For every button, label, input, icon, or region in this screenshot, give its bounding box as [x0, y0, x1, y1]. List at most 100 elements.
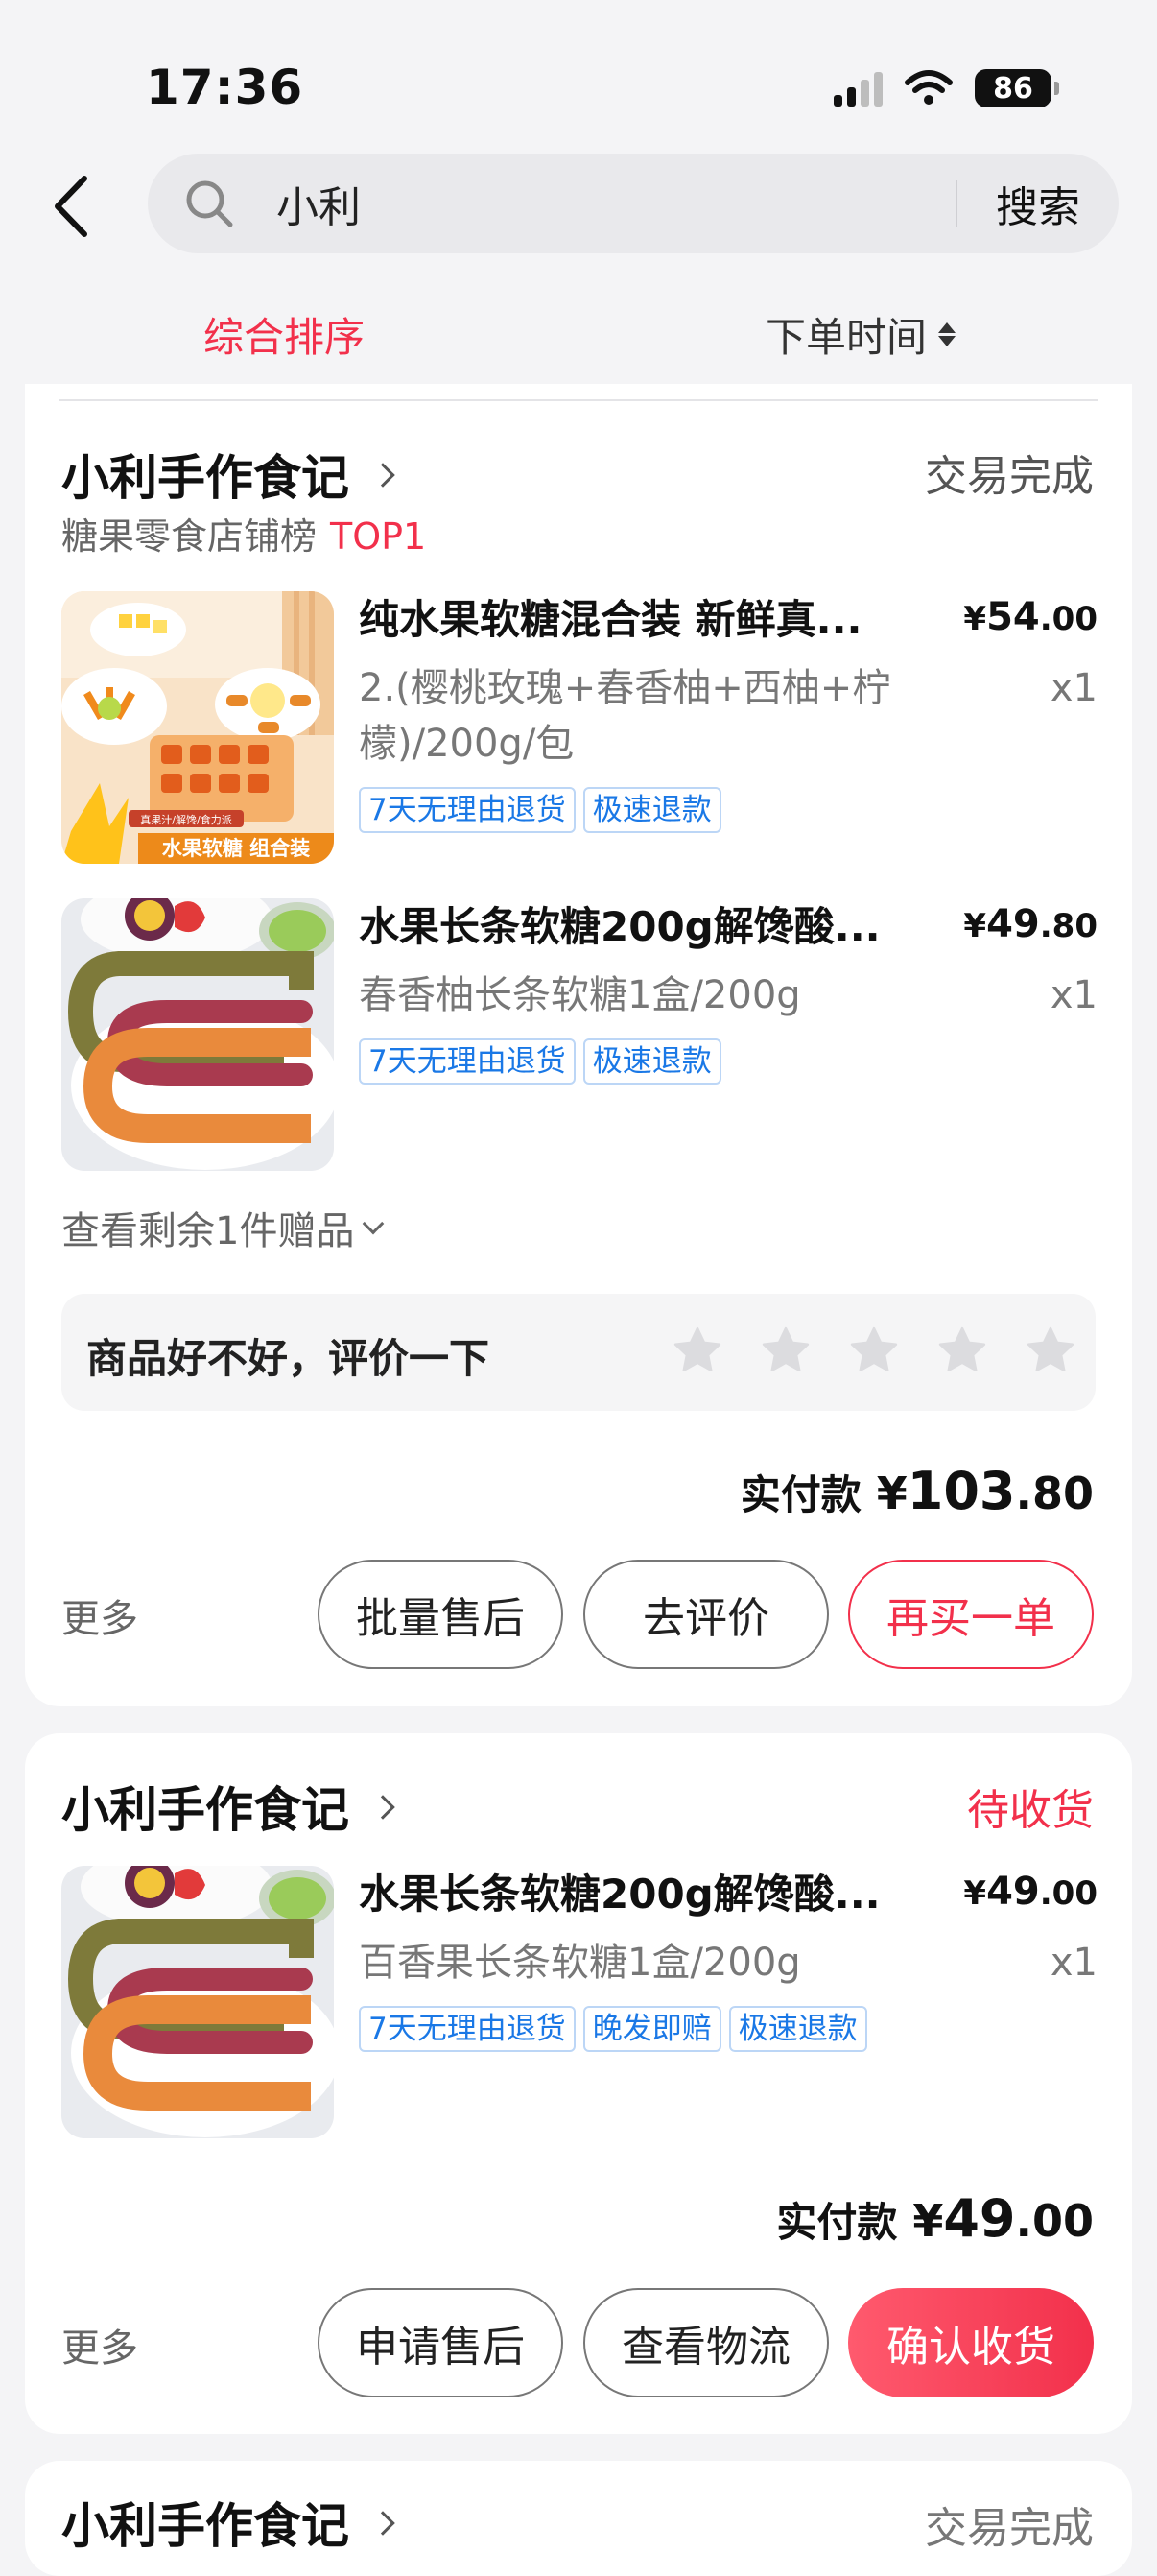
rating-prompt: 商品好不好，评价一下: [86, 1335, 490, 1382]
paid-int: 49: [943, 2188, 1016, 2249]
product-image: [61, 1866, 334, 2138]
shop-name[interactable]: 小利手作食记: [61, 440, 395, 509]
sort-tabs: 综合排序 下单时间: [0, 305, 1157, 372]
tag-fast-refund: 极速退款: [582, 1038, 721, 1085]
search-button[interactable]: 搜索: [996, 173, 1080, 234]
star-icon[interactable]: [758, 1323, 814, 1378]
search-divider: [956, 180, 957, 227]
price-decimal: .00: [1039, 1874, 1098, 1913]
price-int: 54: [986, 595, 1040, 639]
shop-name-label: 小利手作食记: [61, 1782, 349, 1838]
tab-order-time[interactable]: 下单时间: [766, 305, 956, 364]
wifi-icon: [905, 70, 953, 105]
view-gifts-toggle[interactable]: 查看剩余1件赠品: [61, 1200, 385, 1255]
chevron-right-icon: [370, 2511, 395, 2536]
star-icon[interactable]: [1023, 1323, 1078, 1378]
product-spec: 百香果长条软糖1盒/200g: [359, 1941, 801, 1985]
more-button[interactable]: 更多: [61, 2317, 138, 2373]
thumb-caption-text: 水果软糖 组合装: [162, 837, 310, 860]
status-icons: 86: [834, 69, 1059, 107]
price-currency: ¥: [963, 600, 987, 638]
tab-order-time-label: 下单时间: [766, 314, 928, 361]
product-price: ¥49.80: [963, 902, 1098, 946]
paid-currency: ¥: [876, 1467, 908, 1519]
rating-stars: [670, 1323, 1078, 1378]
search-icon: [186, 180, 233, 227]
star-icon[interactable]: [670, 1323, 725, 1378]
product-quantity: x1: [1050, 666, 1098, 710]
rank-label: 糖果零食店铺榜: [61, 515, 318, 558]
order-card: 小利手作食记 待收货 水果长条软糖200g解馋酸... ¥49.00 百香果长条…: [25, 1733, 1132, 2434]
rating-box: 商品好不好，评价一下: [61, 1294, 1096, 1411]
service-tags: 7天无理由退货 晚发即赔 极速退款: [359, 2006, 867, 2052]
rank-badge: TOP1: [330, 515, 427, 558]
divider: [59, 399, 1098, 401]
shop-name[interactable]: 小利手作食记: [61, 2488, 395, 2557]
paid-value: ¥49.00: [912, 2188, 1094, 2249]
confirm-receipt-button[interactable]: 确认收货: [848, 2288, 1094, 2397]
star-icon[interactable]: [846, 1323, 902, 1378]
shop-name[interactable]: 小利手作食记: [61, 1772, 395, 1841]
paid-int: 103: [907, 1461, 1016, 1521]
price-int: 49: [986, 902, 1040, 946]
chevron-right-icon: [370, 463, 395, 488]
product-image: 真果汁/解馋/食力派 水果软糖 组合装: [61, 591, 334, 864]
product-quantity: x1: [1050, 1941, 1098, 1985]
apply-after-sales-button[interactable]: 申请售后: [318, 2288, 563, 2397]
price-currency: ¥: [963, 1874, 987, 1913]
tag-fast-refund: 极速退款: [728, 2006, 867, 2052]
service-tags: 7天无理由退货 极速退款: [359, 1038, 721, 1085]
paid-amount: 实付款 ¥103.80: [741, 1461, 1094, 1521]
shop-name-label: 小利手作食记: [61, 450, 349, 506]
tag-7day-return: 7天无理由退货: [359, 1038, 576, 1085]
product-image: [61, 898, 334, 1171]
shop-rank[interactable]: 糖果零食店铺榜 TOP1: [61, 507, 426, 560]
chevron-right-icon: [370, 1795, 395, 1820]
paid-decimal: .80: [1015, 1467, 1095, 1519]
buy-again-button[interactable]: 再买一单: [848, 1560, 1094, 1669]
top-bar: 17:36 86 小利 搜索 综合排序 下单时间: [0, 0, 1157, 384]
product-price: ¥54.00: [963, 595, 1098, 639]
order-item[interactable]: 真果汁/解馋/食力派 水果软糖 组合装 纯水果软糖混合装 新鲜真... ¥54.…: [61, 591, 1098, 864]
order-status: 交易完成: [925, 452, 1094, 501]
product-spec: 2.(樱桃玫瑰+春香柚+西柚+柠檬)/200g/包: [359, 666, 891, 766]
paid-value: ¥103.80: [877, 1461, 1094, 1521]
order-card: 小利手作食记 交易完成: [25, 2461, 1132, 2576]
paid-decimal: .00: [1015, 2195, 1095, 2247]
tag-7day-return: 7天无理由退货: [359, 2006, 576, 2052]
tag-fast-refund: 极速退款: [582, 787, 721, 833]
order-item[interactable]: 水果长条软糖200g解馋酸... ¥49.80 春香柚长条软糖1盒/200g x…: [61, 898, 1098, 1171]
signal-icon: [834, 70, 883, 107]
price-decimal: .80: [1039, 907, 1098, 945]
more-button[interactable]: 更多: [61, 1587, 138, 1643]
star-icon[interactable]: [934, 1323, 990, 1378]
sort-caret-icon: [938, 322, 956, 346]
review-button[interactable]: 去评价: [583, 1560, 829, 1669]
order-status: 待收货: [967, 1786, 1094, 1835]
status-time: 17:36: [146, 60, 304, 115]
gift-text: 查看剩余1件赠品: [61, 1209, 355, 1253]
thumb-banner-text: 真果汁/解馋/食力派: [140, 813, 231, 826]
shop-name-label: 小利手作食记: [61, 2498, 349, 2554]
product-spec: 春香柚长条软糖1盒/200g: [359, 973, 801, 1017]
order-item[interactable]: 水果长条软糖200g解馋酸... ¥49.00 百香果长条软糖1盒/200g x…: [61, 1866, 1098, 2138]
search-input[interactable]: 小利: [276, 173, 361, 234]
batch-after-sales-button[interactable]: 批量售后: [318, 1560, 563, 1669]
price-currency: ¥: [963, 907, 987, 945]
tag-late-ship-compensation: 晚发即赔: [582, 2006, 721, 2052]
chevron-down-icon: [363, 1212, 385, 1235]
product-title: 纯水果软糖混合装 新鲜真...: [359, 596, 862, 643]
paid-currency: ¥: [912, 2195, 944, 2247]
paid-label: 实付款: [740, 1471, 862, 1518]
service-tags: 7天无理由退货 极速退款: [359, 787, 721, 833]
product-title: 水果长条软糖200g解馋酸...: [359, 1871, 881, 1918]
product-price: ¥49.00: [963, 1870, 1098, 1914]
tag-7day-return: 7天无理由退货: [359, 787, 576, 833]
track-logistics-button[interactable]: 查看物流: [583, 2288, 829, 2397]
search-bar[interactable]: 小利 搜索: [148, 154, 1119, 253]
paid-label: 实付款: [776, 2199, 898, 2246]
product-title: 水果长条软糖200g解馋酸...: [359, 903, 881, 950]
tab-composite-sort[interactable]: 综合排序: [203, 305, 365, 364]
order-status: 交易完成: [925, 2504, 1094, 2553]
back-arrow-icon[interactable]: [48, 173, 96, 240]
